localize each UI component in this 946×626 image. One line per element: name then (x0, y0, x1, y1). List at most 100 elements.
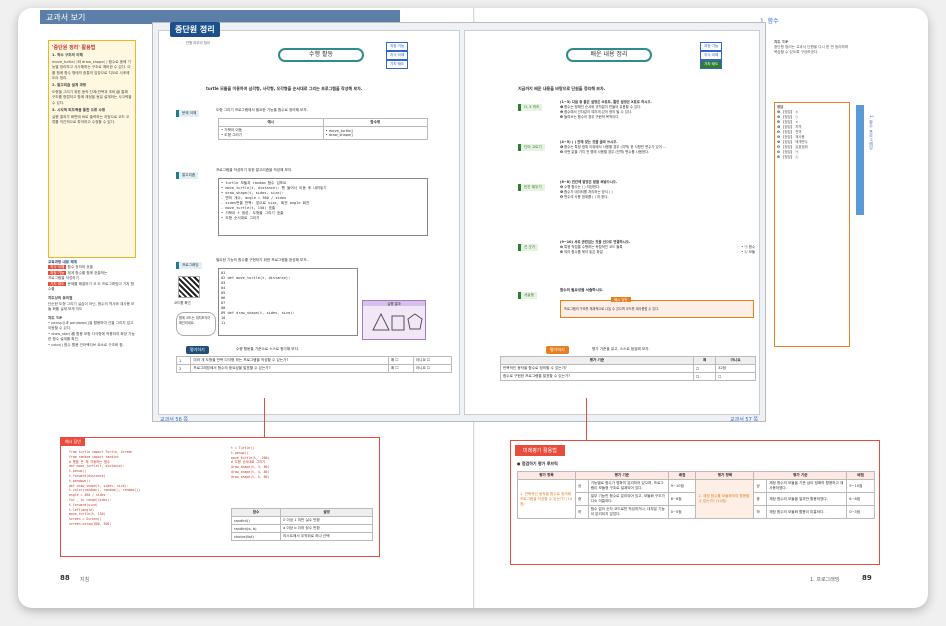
quiz-label: O, X 퀴즈 (518, 104, 543, 111)
code-editor: 01 02 def move_turtle(t, distance): 03 0… (218, 268, 358, 336)
tag-process: 과정·기능 (386, 42, 409, 51)
score: 0~5점 (846, 505, 875, 519)
cell: • 도형 그리기 (221, 133, 242, 137)
page-number: 88 (60, 574, 70, 582)
cell: 0 이상 1 미만 실수 반환 (280, 516, 373, 525)
example-code-callout: 예시 답안 from turtle import Turtle, Screen … (60, 437, 380, 557)
eval-row: 함수로 구현한 프로그램을 발표할 수 있는가? (500, 372, 694, 381)
checkbox[interactable]: 아니요 ☐ (412, 364, 453, 373)
eval-text: 수행 활동을 기준으로 스스로 평가해 보자. (236, 347, 300, 351)
example-label: 예시 답안 (611, 297, 631, 302)
criterion: 일부 기능만 함수로 분리되어 있고, 모듈화 구조가 다소 미흡하다. (587, 492, 669, 506)
summary-badge-sub: 단원 마무리 정리 (186, 41, 210, 45)
eval-label: 평가하기 (546, 346, 569, 354)
match-option[interactable]: • ㉡ 모듈 (741, 250, 755, 255)
usage-guide-title: '중단원 정리' 활용법 (52, 45, 96, 51)
tip-line: • color() 함수 활용 인터랙티브 요소로 구조화 함. (48, 342, 124, 347)
self-eval-table: 1 여러 개 도형을 반복 다각형 하는 프로그램을 작성할 수 있는가? 예 ☐ 아… (175, 356, 453, 373)
page-number-left: 교과서 56 쪽 (160, 417, 188, 423)
chapter-tab[interactable]: 1. 함수 프로그래밍 (856, 105, 884, 215)
section-activity: 수행 활동 (278, 48, 364, 62)
col-header: 평가 기준 (575, 471, 669, 480)
activity-intro: turtle 모듈을 이용하여 삼각형, 사각형, 오각형을 순서대로 그리는 … (206, 86, 363, 91)
square-shape (391, 315, 405, 331)
score: 9~10점 (846, 479, 875, 493)
col-header: 예 (692, 356, 717, 365)
checkbox[interactable]: ☐ (692, 364, 717, 373)
caution-text: 단순한 도형 그리기 실습이 아닌, 함수의 역사와 재사용 모듈 화를 실제 … (48, 301, 135, 312)
score: 9~10점 (667, 479, 697, 493)
run-result-box: 실행 결과 (362, 300, 426, 340)
cell: randint() (230, 516, 282, 525)
pentagon-shape (407, 313, 423, 330)
tag-process: 과정·기능 (48, 270, 67, 275)
rubric-item: 2. 재정 함수를 모듈화하여 활용할 수 있는가? (10점) (695, 479, 755, 519)
question-item: ❺ 어떤 값을 가지 전 명에 사용할 경우 (전역) 변수를 사용한다. (560, 150, 650, 154)
usage-guide-panel: '중단원 정리' 활용법 1. 학수 구조의 이해 move_turtle( )… (48, 40, 136, 258)
score: 32점 (715, 364, 756, 373)
quiz-label: 단어 고르기 (518, 144, 545, 151)
example-code: from turtle import Turtle, Screen from r… (67, 448, 217, 554)
line-number: 10 (221, 316, 226, 320)
callout-label: 예시 답안 (61, 438, 85, 446)
line-number: 07 (221, 301, 226, 305)
quiz-label: 선 긋기 (518, 244, 539, 251)
col-header: 배점 (846, 471, 875, 480)
rubric-banner: 미래평가 활용법 (515, 445, 565, 456)
level: 상 (575, 479, 589, 493)
guide-item: move_turtle( )와 draw_shape( ) 함수로 동해 기능별… (52, 60, 131, 80)
criterion: 기능별로 함수가 명확히 분리되어 있으며, 프로그램이 모듈형 구조로 설계되… (587, 479, 669, 493)
code-line: screen.setup(800, 300) (69, 521, 112, 526)
curriculum-line: 체계 함수를 함께 호출하는 (67, 270, 108, 275)
example-text: 프로그램의 구조를 체계적으로 나눌 수 있으며 코드를 재사용할 수 있다. (564, 307, 660, 311)
line-number: 06 (221, 296, 226, 300)
question-item: ❿ 여러 함수를 묶어 놓은 파일 (560, 250, 603, 254)
answer-item: ❿ 【정답】 ㉡ (777, 155, 799, 159)
function-table: 예시 함수명 • 거북이 이동 • 도형 그리기 • move_turtle() • … (218, 118, 428, 140)
line-number: 11 (221, 321, 226, 325)
page-number: 89 (862, 574, 872, 582)
col-header: 평가 기준 (500, 356, 694, 365)
essay-question: 함수의 필요성을 서술하시오. (560, 288, 604, 292)
guide-item: 도형을 그리기 위한 동작 단계(반복과 추비)을 통해 구조를 정립하고 함께… (52, 90, 132, 105)
col-header: 예시 (218, 118, 324, 127)
col-header: 함수 (230, 508, 282, 517)
tag-knowledge: 지식·이해 (700, 51, 723, 60)
guide-item: 3. 시각적 피드백을 통한 오류 수정 (52, 107, 106, 112)
guide-item: 실행 결과가 화면에 바로 출력하는 과정으로 코드 오류를 직관적으로 파악하… (52, 115, 130, 125)
line-number: 09 (221, 311, 226, 315)
tip-text: 중단원 정리는 교과서 단원을 다시 한 번 정리하며 복습할 수 있도록 구성… (774, 45, 849, 55)
rubric-table: 평가 항목 평가 기준 배점 평가 항목 평가 기준 배점 1. 반복적인 동작… (517, 471, 875, 519)
eval-label: 평가하기 (186, 346, 209, 354)
tip-line: • penup()과 pendown()을 활용하여 선을 그리지 않고 이동할… (48, 321, 134, 331)
step-label: 문제 이해 (176, 110, 200, 117)
quiz-label: 빈칸 채우기 (518, 184, 545, 191)
rubric-subtitle: ● 점검하기 평가 루브릭 (517, 461, 558, 466)
level: 하 (575, 505, 589, 519)
step-label: 프로그래밍 (176, 262, 202, 269)
checkbox[interactable]: 아니요 ☐ (412, 356, 453, 365)
checkbox[interactable]: ☐ (715, 372, 756, 381)
level: 하 (753, 505, 768, 519)
code-line: def draw_shape(t, sides, size): (227, 311, 295, 315)
step-text: 필요한 기능의 함수를 구현하기 위한 프로그램을 완성해 보자. (216, 258, 308, 262)
eval-row: 반복적인 동작을 함수로 정의할 수 있는가? (500, 364, 694, 373)
tag-process: 과정·기능 (700, 42, 723, 51)
checkbox[interactable]: 예 ☐ (387, 364, 414, 373)
callout-line (264, 398, 265, 438)
quiz-label: 서술형 (518, 292, 537, 299)
triangle-shape (372, 312, 390, 331)
code-line: def move_turtle(t, distance): (227, 276, 291, 280)
criterion: 재정 함수의 모듈화 활용이 미흡하다. (766, 505, 848, 519)
cell: • draw_shape() (325, 133, 354, 137)
criterion: 재정 함수의 모듈을 기준 삼아 정확히 활용하고 재사용하였다. (766, 479, 848, 493)
line-number: 04 (221, 286, 226, 290)
score: 6~8점 (846, 492, 875, 506)
checkbox[interactable]: ☐ (692, 372, 717, 381)
curriculum-line: 함수 정의와 호출 (67, 265, 93, 270)
summary-intro: 지금까지 배운 내용을 바탕으로 단원을 정리해 보자. (518, 86, 606, 91)
checkbox[interactable]: 예 ☐ (387, 356, 414, 365)
eval-text: 평가 기준을 읽고, 스스로 점검해 보자. (592, 347, 650, 351)
criterion: 함수 없이 순차 코드로만 작성하거나, 대부분 기능이 분리되지 않았다. (587, 505, 669, 519)
qr-code-icon[interactable] (178, 276, 200, 298)
